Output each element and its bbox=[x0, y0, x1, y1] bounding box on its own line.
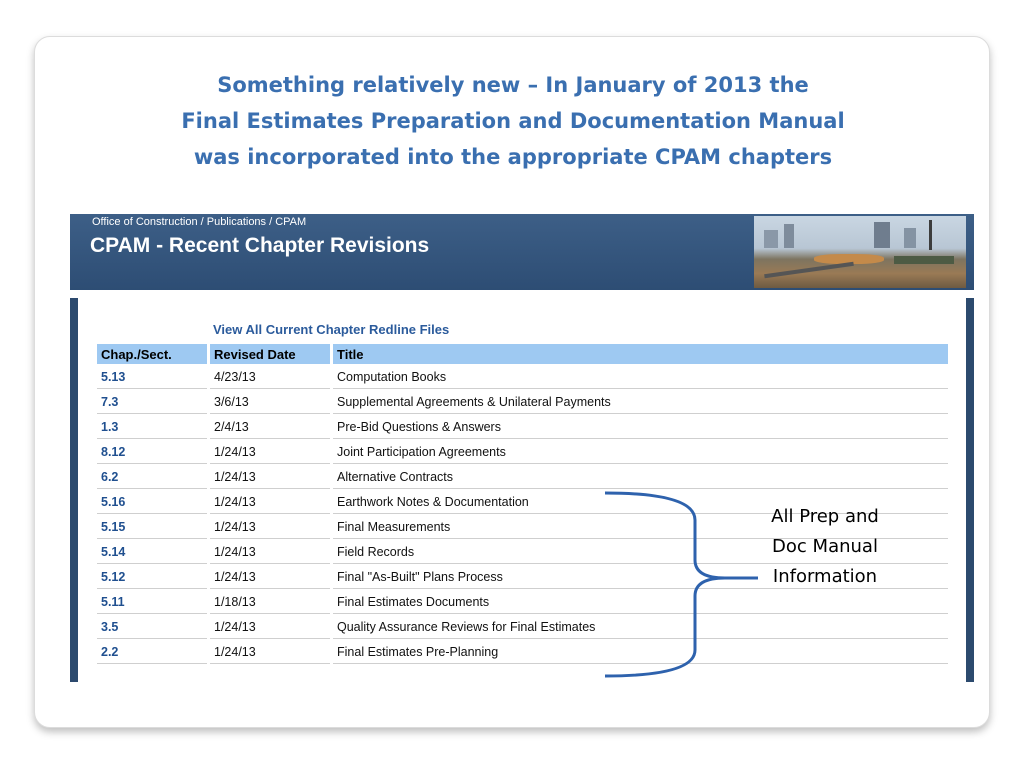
annotation-line-1: All Prep and bbox=[771, 506, 879, 527]
bracket-annotation: All Prep and Doc Manual Information bbox=[755, 502, 895, 592]
annotation-line-2: Doc Manual bbox=[772, 536, 878, 557]
annotation-line-3: Information bbox=[772, 566, 878, 587]
curly-brace-icon bbox=[604, 491, 758, 678]
